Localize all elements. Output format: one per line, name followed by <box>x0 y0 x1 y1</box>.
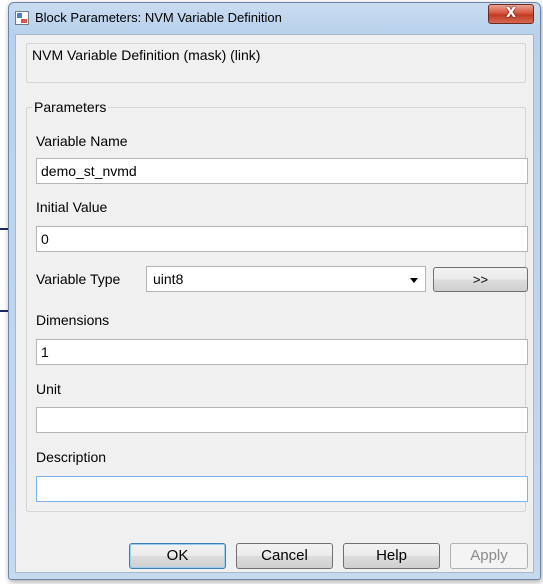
initial-value-input[interactable] <box>36 226 528 252</box>
mask-title: NVM Variable Definition (mask) (link) <box>30 47 263 63</box>
block-parameters-dialog: Block Parameters: NVM Variable Definitio… <box>8 2 541 580</box>
window-title: Block Parameters: NVM Variable Definitio… <box>35 10 282 25</box>
variable-name-input[interactable] <box>36 158 528 184</box>
dimensions-input[interactable] <box>36 339 528 365</box>
dimensions-label: Dimensions <box>36 312 110 328</box>
initial-value-label: Initial Value <box>36 199 108 215</box>
screen: Block Parameters: NVM Variable Definitio… <box>0 0 543 584</box>
cancel-button[interactable]: Cancel <box>236 543 333 569</box>
unit-input[interactable] <box>36 407 528 433</box>
help-button[interactable]: Help <box>343 543 440 569</box>
chevron-down-icon <box>410 278 418 283</box>
unit-label: Unit <box>36 381 61 397</box>
parameters-group-label: Parameters <box>32 99 109 115</box>
dialog-body: NVM Variable Definition (mask) (link) Pa… <box>15 34 534 573</box>
description-input[interactable] <box>36 476 528 502</box>
title-bar[interactable]: Block Parameters: NVM Variable Definitio… <box>9 3 540 33</box>
ok-button[interactable]: OK <box>129 543 226 569</box>
simulink-block-icon <box>15 11 29 25</box>
variable-type-label: Variable Type <box>36 271 121 287</box>
variable-type-value: uint8 <box>153 271 184 287</box>
show-data-type-assistant-button[interactable]: >> <box>433 267 528 292</box>
variable-name-label: Variable Name <box>36 133 128 149</box>
apply-button[interactable]: Apply <box>450 543 528 569</box>
description-label: Description <box>36 449 107 465</box>
close-button[interactable]: X <box>488 4 534 24</box>
variable-type-select[interactable]: uint8 <box>146 266 426 292</box>
